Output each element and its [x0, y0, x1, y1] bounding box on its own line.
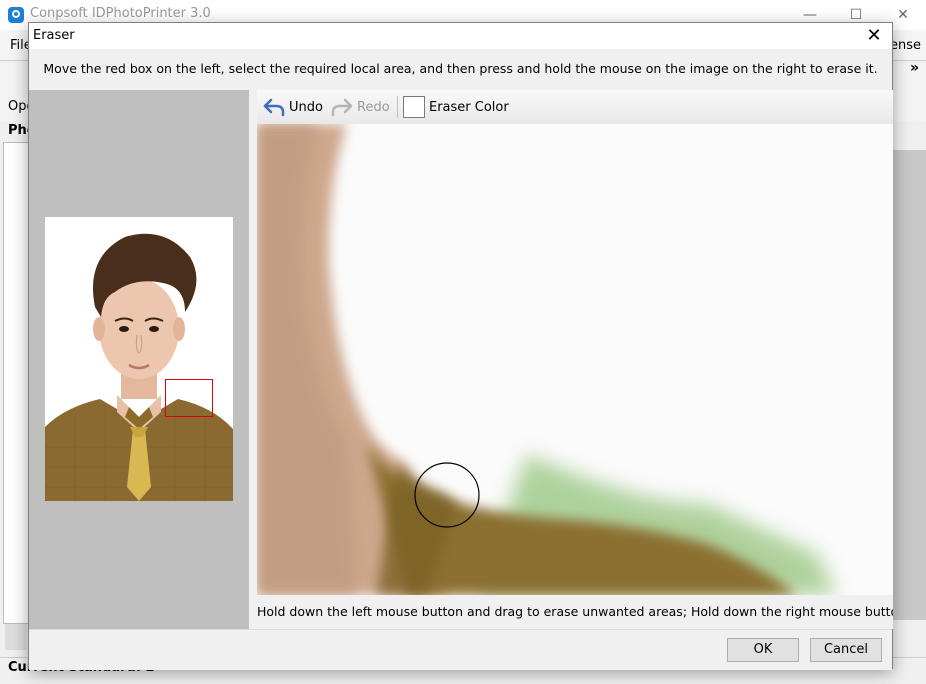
selection-box[interactable]: [165, 379, 213, 417]
app-logo-icon: [8, 7, 24, 23]
close-icon[interactable]: ✕: [862, 24, 886, 48]
eraser-color-label: Eraser Color: [429, 99, 509, 115]
eraser-dialog: Eraser ✕ Move the red box on the left, s…: [28, 22, 893, 670]
eraser-color-button[interactable]: Eraser Color: [403, 95, 509, 119]
cancel-button[interactable]: Cancel: [810, 638, 882, 662]
instruction-text: Move the red box on the left, select the…: [43, 61, 878, 76]
up-arrow-icon[interactable]: [5, 624, 27, 650]
dialog-title: Eraser: [33, 28, 75, 43]
zoomed-edit-canvas[interactable]: [257, 124, 893, 595]
zoomed-photo-area: [257, 124, 893, 595]
photo-thumbnail[interactable]: [45, 217, 233, 501]
app-title: Conpsoft IDPhotoPrinter 3.0: [30, 6, 211, 21]
undo-button[interactable]: Undo: [263, 95, 323, 119]
editor-pane: Undo Redo Eraser Color Hold down the lef…: [257, 90, 893, 629]
undo-icon: [263, 98, 285, 117]
redo-button[interactable]: Redo: [331, 95, 390, 119]
toolbar-overflow-chevron[interactable]: »: [910, 60, 919, 76]
toolbar-divider: [397, 96, 398, 118]
undo-label: Undo: [289, 99, 323, 115]
redo-icon: [331, 98, 353, 117]
usage-hint: Hold down the left mouse button and drag…: [257, 595, 893, 629]
thumbnail-pane: [29, 90, 249, 629]
menu-license[interactable]: ense: [890, 38, 921, 53]
ok-button[interactable]: OK: [727, 638, 799, 662]
portrait-image: [45, 217, 233, 501]
redo-label: Redo: [357, 99, 390, 115]
app-close-icon[interactable]: ✕: [893, 6, 913, 24]
app-photo-list: [3, 142, 31, 624]
eraser-color-swatch[interactable]: [403, 96, 425, 118]
eraser-toolbar: Undo Redo Eraser Color: [257, 90, 893, 125]
dialog-titlebar: Eraser ✕: [29, 23, 892, 49]
dialog-footer: OK Cancel: [29, 629, 892, 670]
app-preview-area: [893, 150, 926, 620]
